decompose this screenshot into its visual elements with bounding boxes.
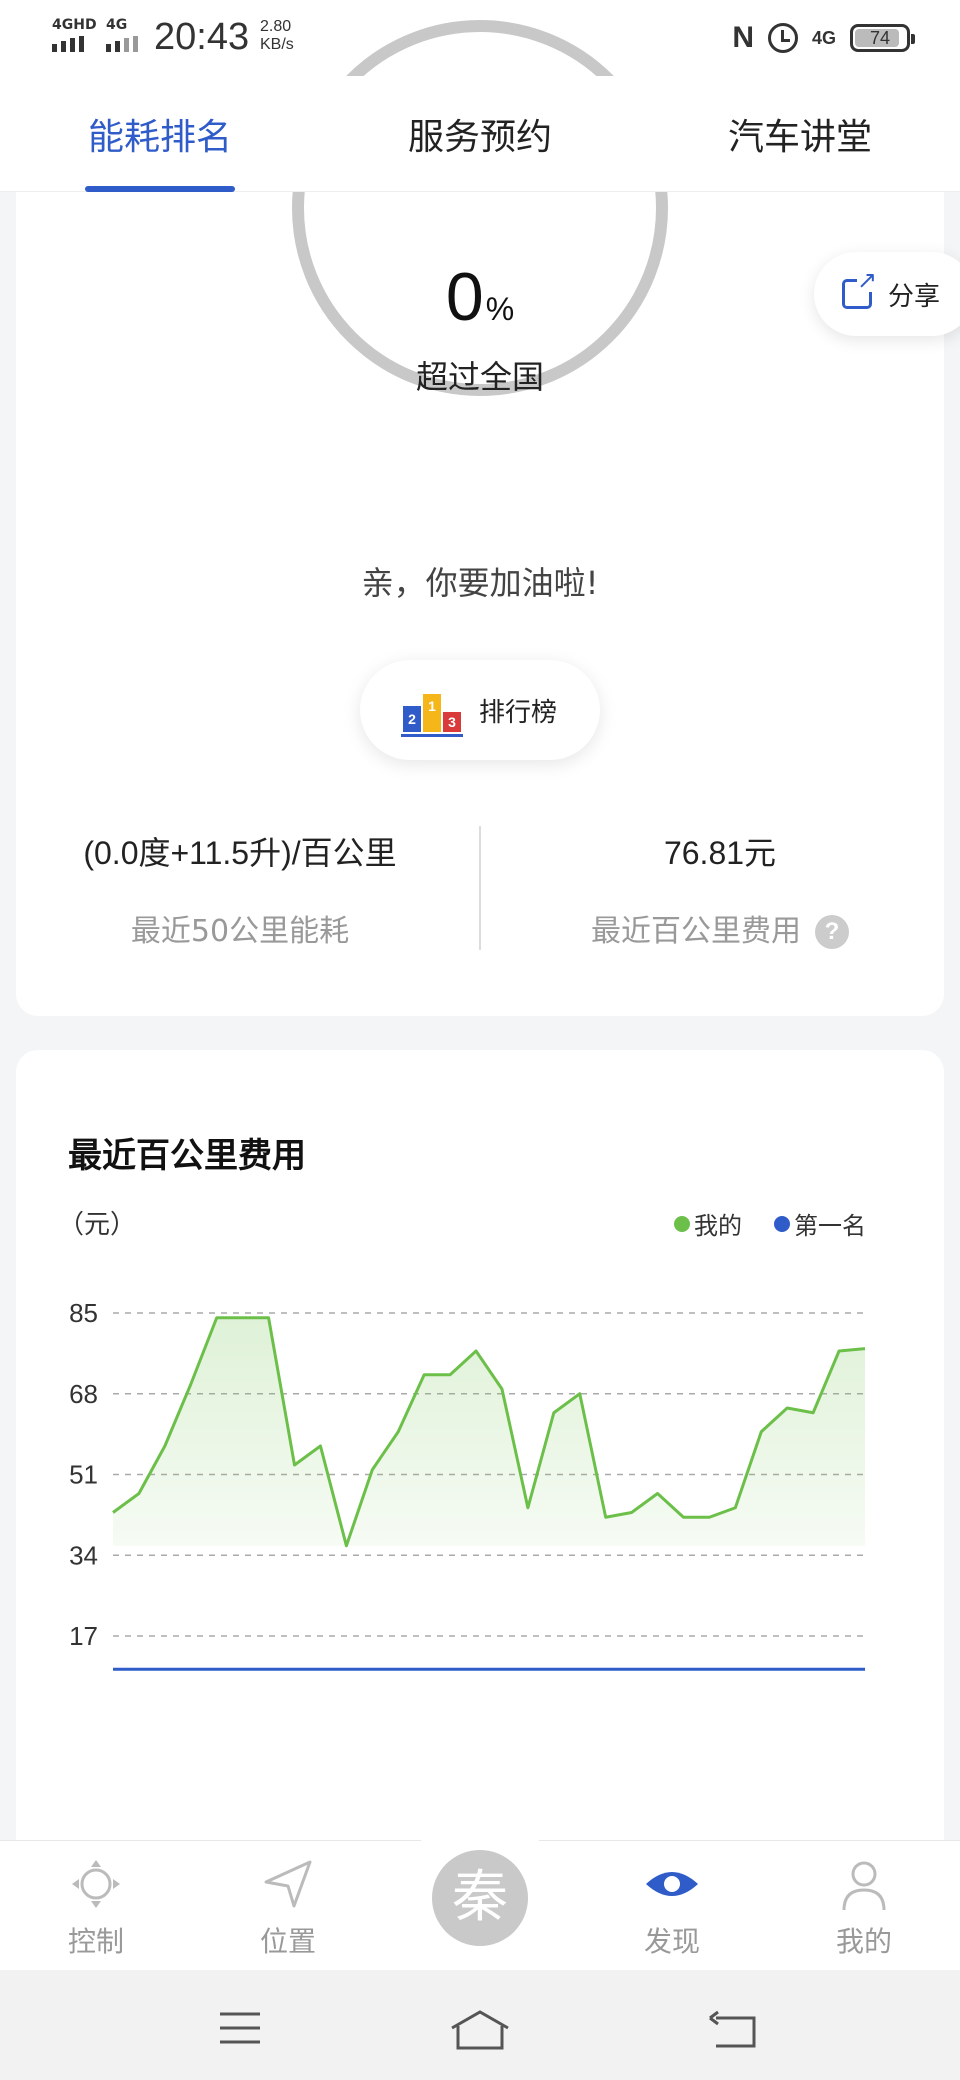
nav-item-profile[interactable]: 我的: [804, 1856, 924, 1960]
ranking-label: 超过全国: [415, 358, 544, 396]
home-icon[interactable]: [448, 2008, 512, 2052]
chart-y-unit: （元）: [58, 1210, 137, 1240]
legend-dot-mine: [674, 1215, 690, 1232]
podium-first: 1: [422, 694, 441, 732]
network-speed-unit: KB/s: [260, 36, 294, 53]
y-tick-label: 85: [69, 1298, 98, 1328]
legend-dot-first: [774, 1215, 790, 1232]
tab-bar-backdrop: 能耗排名 服务预约 汽车讲堂: [0, 76, 960, 192]
nav-item-discover[interactable]: 发现: [612, 1856, 732, 1960]
y-tick-label: 17: [69, 1621, 98, 1651]
ranking-percent-sign: %: [485, 291, 515, 327]
back-icon[interactable]: [706, 2008, 762, 2052]
network-speed-value: 2.80: [260, 18, 292, 35]
stats-divider: [479, 826, 481, 950]
nfc-icon: N: [732, 21, 754, 54]
share-label: 分享: [888, 281, 941, 312]
encourage-message: 亲，你要加油啦!: [361, 564, 599, 602]
tab-energy-ranking-label[interactable]: 能耗排名: [60, 116, 260, 160]
cost-value: 76.81元: [663, 835, 777, 871]
share-icon: [842, 268, 877, 309]
series-mine-area: [113, 1317, 865, 1546]
cost-label: 最近百公里费用: [591, 914, 801, 949]
brand-logo-button[interactable]: 秦: [432, 1850, 528, 1946]
alarm-icon: [767, 23, 798, 53]
eye-icon: [646, 1872, 698, 1896]
battery-icon: 74: [850, 24, 915, 52]
location-arrow-icon: [264, 1860, 312, 1908]
consumption-label: 最近50公里能耗: [130, 914, 350, 949]
cost-label-row: 最近百公里费用?: [500, 906, 940, 950]
menu-icon[interactable]: [216, 2008, 264, 2048]
battery-level: 74: [869, 28, 891, 48]
leaderboard-button[interactable]: 2 1 3 排行榜: [360, 660, 600, 760]
nav-label-location: 位置: [259, 1925, 316, 1958]
nav-label-control: 控制: [67, 1925, 124, 1958]
nav-label-profile: 我的: [835, 1925, 892, 1958]
system-nav-bar: [0, 1970, 960, 2080]
clock: 20:43: [154, 16, 250, 58]
profile-icon: [842, 1861, 886, 1911]
network-type-2: 4G: [106, 17, 128, 33]
y-tick-label: 34: [69, 1540, 98, 1570]
network-type-3: 4G: [811, 27, 836, 48]
tab-car-lecture-label[interactable]: 汽车讲堂: [700, 116, 900, 160]
podium-icon: 2 1 3: [400, 688, 463, 737]
legend-label-mine: 我的: [694, 1212, 742, 1240]
nav-label-discover: 发现: [643, 1925, 700, 1958]
control-icon: [72, 1860, 120, 1908]
tab-service-booking-label[interactable]: 服务预约: [380, 116, 580, 160]
ranking-percent-value: 0: [445, 259, 484, 335]
signal-strength-icon: [52, 36, 84, 52]
active-tab-indicator: [85, 186, 235, 192]
network-type-1: 4GHD: [52, 17, 97, 33]
chart-title: 最近百公里费用: [68, 1136, 306, 1176]
share-button[interactable]: 分享: [814, 252, 960, 336]
consumption-value: (0.0度+11.5升)/百公里: [83, 835, 397, 871]
nav-item-control[interactable]: 控制: [36, 1856, 156, 1960]
cost-chart: 85 68 51 34 17: [69, 1298, 866, 1671]
leaderboard-label: 排行榜: [478, 697, 557, 728]
legend-item-first: 第一名: [774, 1206, 866, 1241]
chart-legend: 我的 第一名: [674, 1206, 866, 1241]
podium-third: 3: [442, 712, 461, 732]
nav-item-location[interactable]: 位置: [228, 1856, 348, 1960]
legend-label-first: 第一名: [794, 1212, 866, 1240]
y-tick-label: 68: [69, 1379, 98, 1409]
legend-item-mine: 我的: [674, 1206, 742, 1241]
signal-strength-icon: [106, 36, 138, 52]
y-tick-label: 51: [69, 1460, 98, 1490]
help-icon[interactable]: ?: [815, 915, 849, 949]
podium-second: 2: [402, 706, 421, 732]
network-speed: 2.80 KB/s: [260, 18, 294, 54]
